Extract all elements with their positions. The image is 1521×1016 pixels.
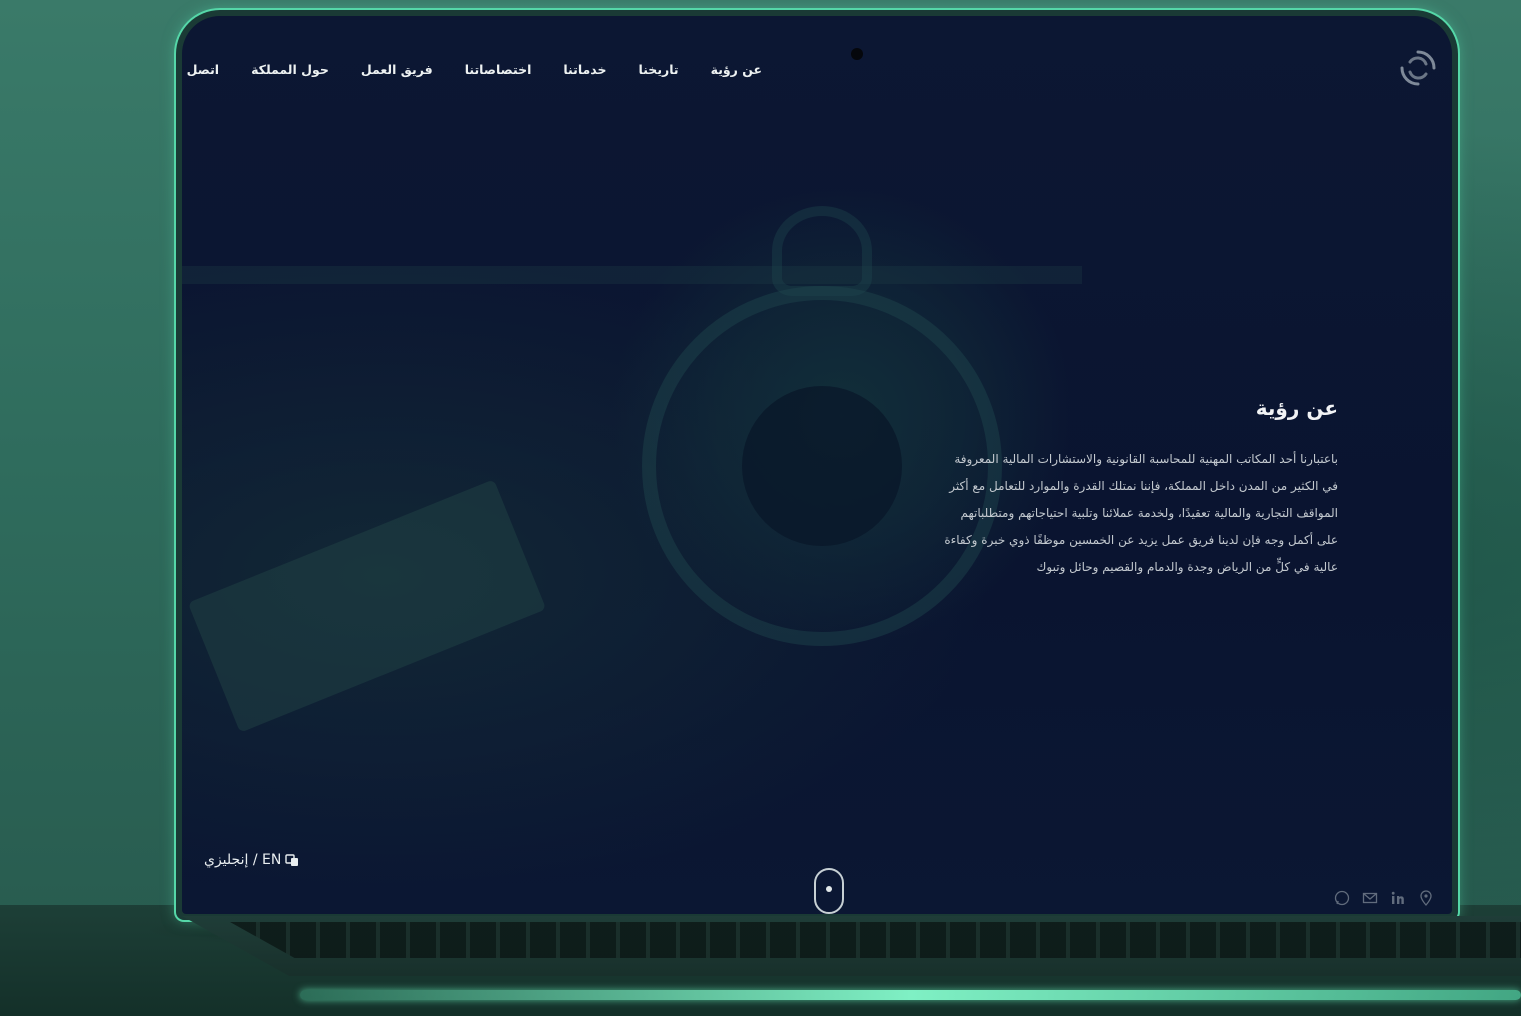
about-section: عن رؤية باعتبارنا أحد المكاتب المهنية لل… xyxy=(818,396,1338,581)
body-line: على أكمل وجه فإن لدينا فريق عمل يزيد عن … xyxy=(944,533,1338,547)
language-switcher[interactable]: EN / إنجليزي xyxy=(204,852,299,868)
language-label: EN / إنجليزي xyxy=(204,852,282,868)
body-line: عالية في كلٍّ من الرياض وجدة والدمام وال… xyxy=(1036,560,1338,574)
laptop-keyboard xyxy=(230,922,1521,958)
scene: عن رؤية تاريخنا خدماتنا اختصاصاتنا فريق … xyxy=(0,0,1521,1016)
mail-icon[interactable] xyxy=(1362,890,1378,906)
nav-item-about[interactable]: عن رؤية xyxy=(711,62,762,77)
body-line: المواقف التجارية والمالية تعقيدًا، ولخدم… xyxy=(960,506,1338,520)
section-title: عن رؤية xyxy=(1255,396,1338,420)
main-nav: عن رؤية تاريخنا خدماتنا اختصاصاتنا فريق … xyxy=(182,58,762,80)
scroll-down-indicator[interactable] xyxy=(814,868,844,914)
laptop-frame: عن رؤية تاريخنا خدماتنا اختصاصاتنا فريق … xyxy=(176,10,1458,920)
body-line: في الكثير من المدن داخل المملكة، فإننا ن… xyxy=(949,479,1338,493)
translate-icon xyxy=(285,854,299,866)
location-icon[interactable] xyxy=(1418,890,1434,906)
laptop-edge-glow xyxy=(300,990,1521,1000)
social-links xyxy=(1334,890,1434,906)
linkedin-icon[interactable] xyxy=(1390,890,1406,906)
logo-icon[interactable] xyxy=(1396,46,1440,90)
body-line: باعتبارنا أحد المكاتب المهنية للمحاسبة ا… xyxy=(954,452,1338,466)
section-body: باعتبارنا أحد المكاتب المهنية للمحاسبة ا… xyxy=(818,446,1338,581)
nav-item-about-kingdom[interactable]: حول المملكة xyxy=(251,62,329,77)
nav-item-specialties[interactable]: اختصاصاتنا xyxy=(465,62,532,77)
nav-item-contact[interactable]: اتصل بنا xyxy=(182,62,219,77)
background-watch-crown xyxy=(772,206,872,296)
whatsapp-icon[interactable] xyxy=(1334,890,1350,906)
webcam xyxy=(851,48,863,60)
nav-item-services[interactable]: خدماتنا xyxy=(563,62,606,77)
background-book xyxy=(187,479,547,733)
background-shelf xyxy=(182,266,1082,284)
website-screen: عن رؤية تاريخنا خدماتنا اختصاصاتنا فريق … xyxy=(182,16,1452,914)
nav-item-team[interactable]: فريق العمل xyxy=(361,62,433,77)
scroll-dot xyxy=(826,886,832,892)
nav-item-history[interactable]: تاريخنا xyxy=(639,62,679,77)
